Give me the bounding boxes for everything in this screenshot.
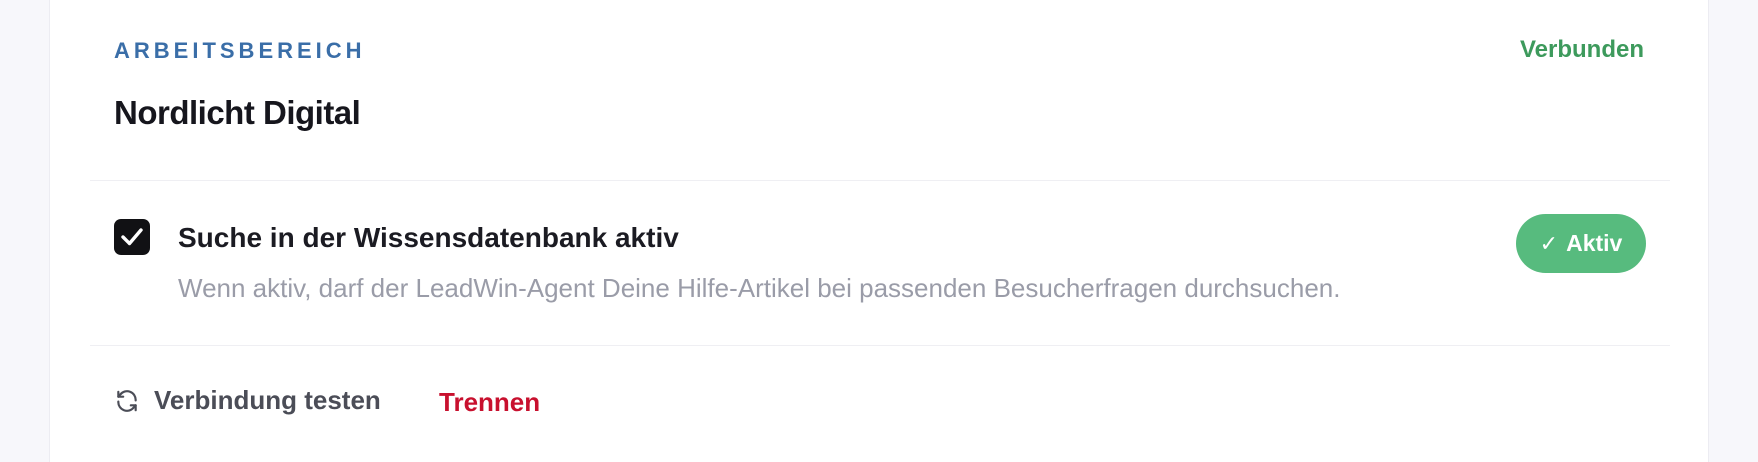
workspace-name: Nordlicht Digital — [114, 94, 361, 131]
active-badge[interactable]: ✓ Aktiv — [1516, 214, 1646, 273]
check-icon: ✓ — [1539, 230, 1559, 256]
divider — [90, 180, 1670, 181]
checkmark-icon — [121, 228, 143, 246]
knowledge-search-title: Suche in der Wissensdatenbank aktiv — [178, 222, 679, 253]
section-label: ARBEITSBEREICH — [114, 38, 366, 63]
test-connection-label: Verbindung testen — [154, 385, 381, 415]
test-connection-button[interactable]: Verbindung testen — [114, 385, 381, 416]
refresh-icon — [117, 389, 137, 412]
knowledge-search-description: Wenn aktiv, darf der LeadWin-Agent Deine… — [178, 273, 1341, 303]
divider — [90, 345, 1670, 346]
disconnect-button[interactable]: Trennen — [439, 387, 540, 418]
connection-status: Verbunden — [1519, 36, 1644, 63]
knowledge-search-checkbox[interactable] — [114, 219, 150, 255]
workspace-card: ARBEITSBEREICH Verbunden Nordlicht Digit… — [49, 0, 1709, 462]
active-badge-label: Aktiv — [1566, 230, 1623, 256]
